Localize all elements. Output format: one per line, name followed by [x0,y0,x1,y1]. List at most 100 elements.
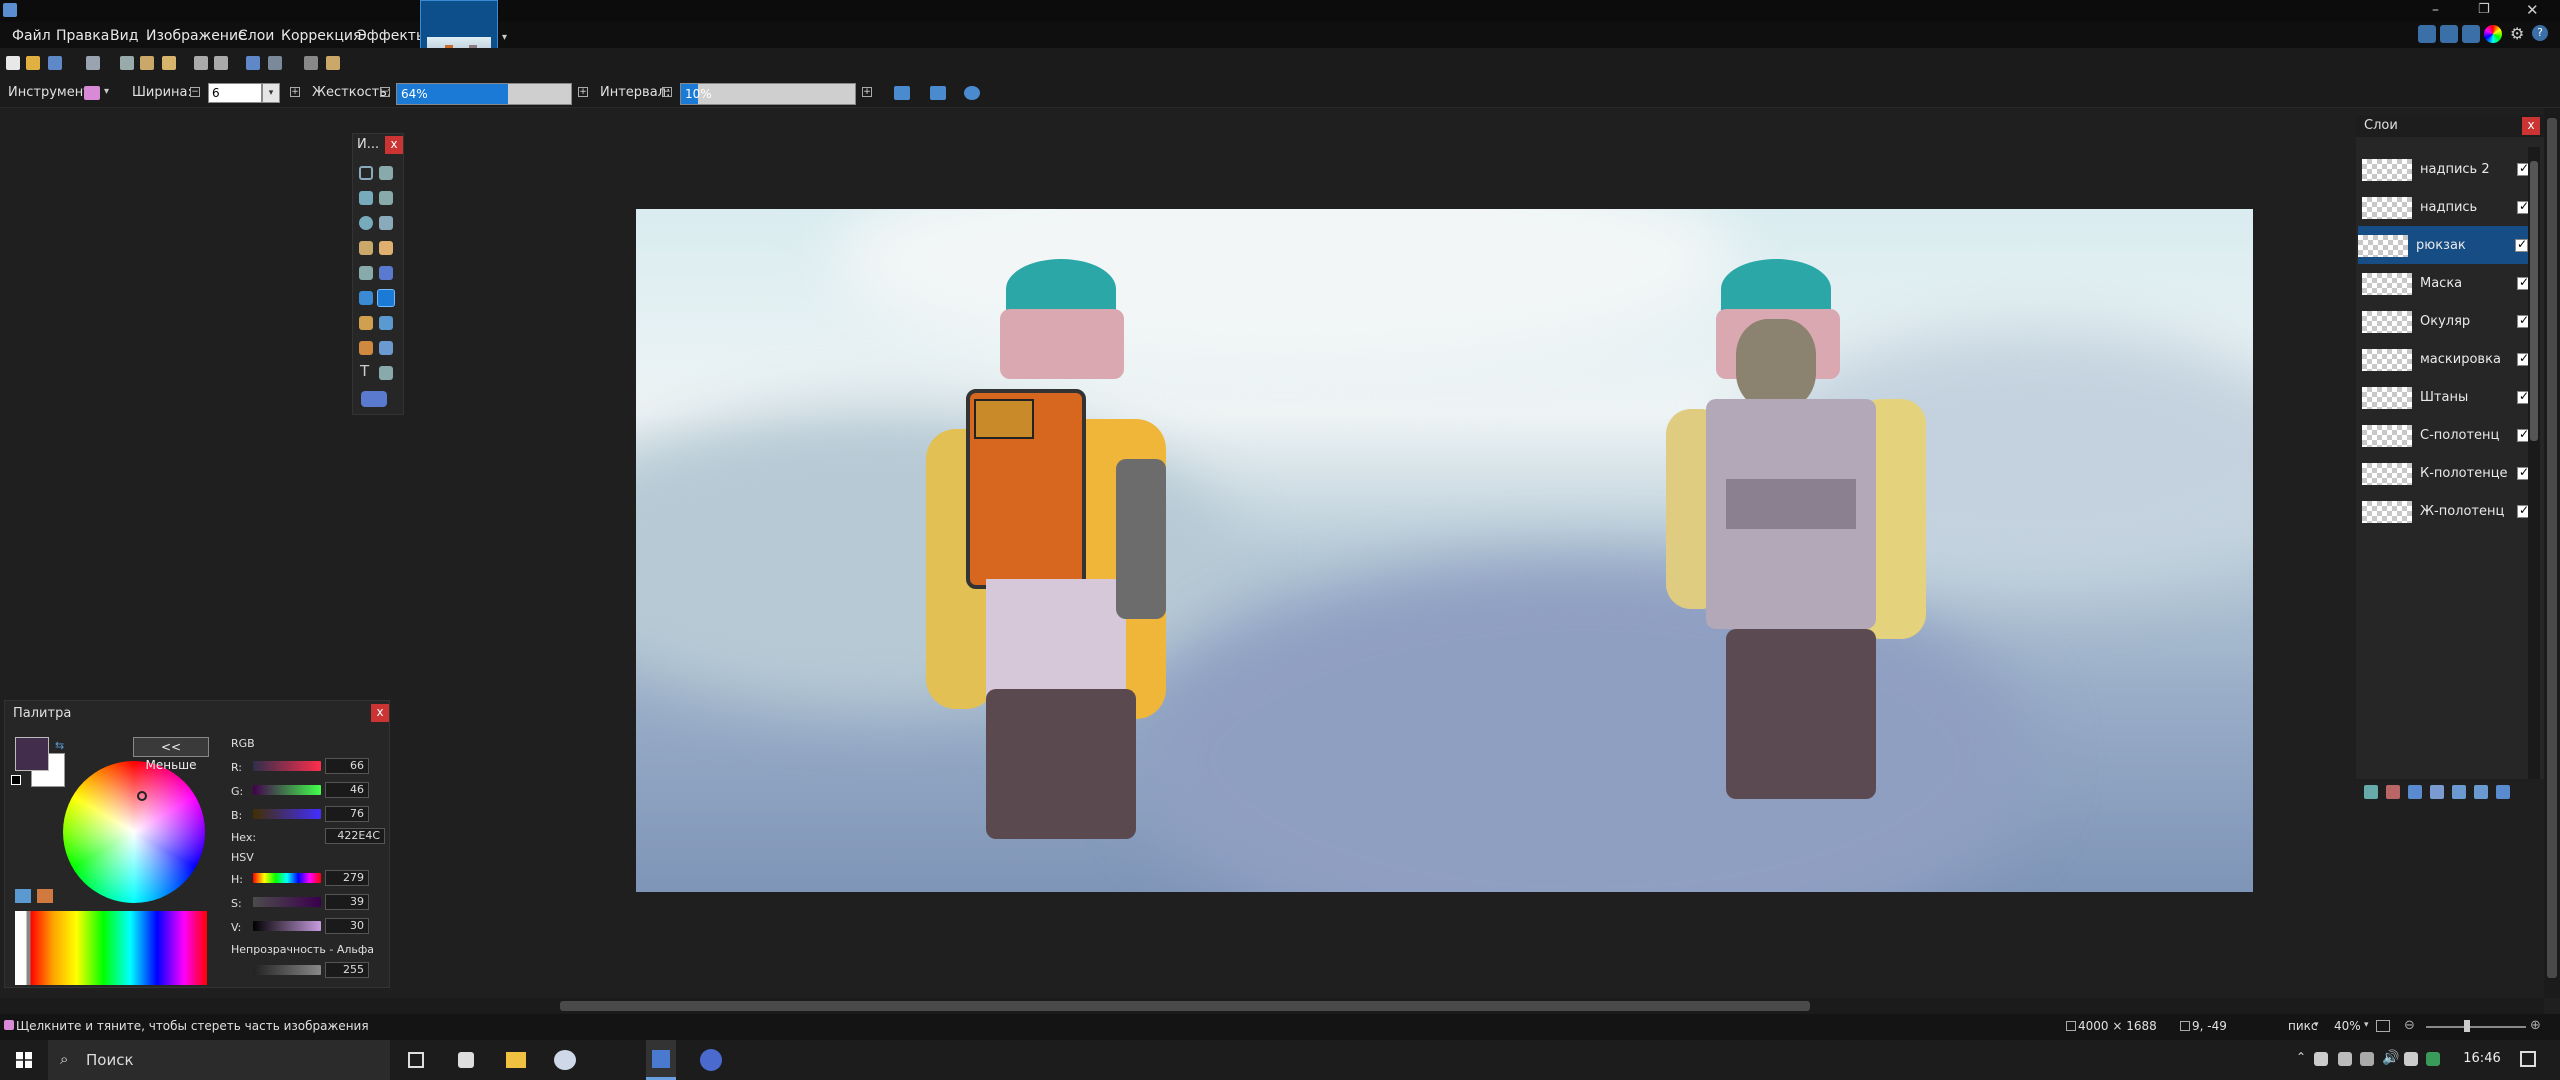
color-wheel-cursor[interactable] [137,791,147,801]
reset-colors-icon[interactable] [11,775,21,785]
primary-color-swatch[interactable] [15,737,49,771]
v-input[interactable]: 30 [325,918,369,934]
tools-toggle-icon[interactable] [2418,25,2436,43]
menu-image[interactable]: Изображение [146,28,247,44]
add-to-palette-icon[interactable] [15,889,31,903]
shapes-icon[interactable] [361,391,387,407]
zoom-out-icon[interactable]: ⊖ [2404,1018,2415,1033]
zoom-dropdown-icon[interactable]: ▾ [2364,1020,2369,1030]
layer-row[interactable]: Штаны [2362,378,2530,416]
width-input[interactable]: 6 [208,83,262,103]
app-icon-3[interactable] [554,1050,576,1070]
s-slider[interactable] [253,897,321,907]
discord-icon[interactable] [700,1049,722,1071]
eraser-tool-icon[interactable] [84,86,100,100]
print-icon[interactable] [86,56,100,70]
layer-row[interactable]: Окуляр [2362,302,2530,340]
undo-icon[interactable] [246,56,260,70]
layers-close-button[interactable]: x [2522,117,2540,135]
gradient-icon[interactable] [379,266,393,280]
hardness-slider[interactable]: 64% [396,83,572,105]
paste-icon[interactable] [162,56,176,70]
color-picker-icon[interactable] [379,316,393,330]
menu-file[interactable]: Файл [12,28,51,44]
lasso-icon[interactable] [359,191,373,205]
fit-window-icon[interactable] [2376,1020,2390,1032]
rect-select-icon[interactable] [359,166,373,180]
color-swatches-grid[interactable] [15,911,207,985]
hardness-decrease-button[interactable]: − [380,87,390,97]
delete-layer-icon[interactable] [2386,785,2400,799]
move-selected-icon[interactable] [379,191,393,205]
clock[interactable]: 16:46 [2452,1051,2512,1066]
width-increase-button[interactable]: + [290,87,300,97]
horizontal-scroll-thumb[interactable] [560,1001,1810,1011]
grid-icon[interactable] [304,56,318,70]
palette-close-button[interactable]: x [371,704,389,722]
alpha-input[interactable]: 255 [325,962,369,978]
pan-icon[interactable] [379,241,393,255]
layer-row[interactable]: рюкзак [2358,226,2528,264]
layer-row[interactable]: К-полотенце [2362,454,2530,492]
search-box[interactable]: ⌕ Поиск [48,1040,390,1080]
image-canvas[interactable] [636,209,2253,892]
horizontal-scrollbar[interactable] [0,998,2544,1014]
interval-decrease-button[interactable]: − [662,87,672,97]
hardness-increase-button[interactable]: + [578,87,588,97]
tools-close-button[interactable]: x [385,136,403,154]
h-input[interactable]: 279 [325,870,369,886]
zoom-in-icon[interactable]: ⊕ [2530,1018,2541,1033]
tool-dropdown-icon[interactable]: ▾ [104,86,109,97]
help-icon[interactable]: ? [2532,25,2548,41]
move-selection-icon[interactable] [379,166,393,180]
width-decrease-button[interactable]: − [190,87,200,97]
paintnet-taskbar-button[interactable] [646,1040,676,1080]
layer-properties-icon[interactable] [2496,785,2510,799]
tray-icon-3[interactable] [2360,1052,2374,1066]
redo-icon[interactable] [268,56,282,70]
merge-layer-icon[interactable] [2430,785,2444,799]
layer-row[interactable]: надпись 2 [2362,150,2530,188]
open-file-icon[interactable] [26,56,40,70]
minimize-icon[interactable]: – [2432,2,2439,18]
task-view-icon[interactable] [408,1052,424,1068]
layer-row[interactable]: маскировка [2362,340,2530,378]
vertical-scroll-thumb[interactable] [2547,118,2557,978]
selection-mode-icon[interactable] [964,86,980,100]
palette-menu-icon[interactable] [37,889,53,903]
move-layer-up-icon[interactable] [2452,785,2466,799]
restore-icon[interactable]: ❐ [2478,2,2490,17]
menu-edit[interactable]: Правка [56,28,109,44]
duplicate-layer-icon[interactable] [2408,785,2422,799]
volume-icon[interactable]: 🔊 [2382,1050,2399,1066]
tray-icon-4[interactable] [2404,1052,2418,1066]
tray-icon-1[interactable] [2314,1052,2328,1066]
menu-view[interactable]: Вид [110,28,138,44]
layer-row[interactable]: Ж-полотенц [2362,492,2530,530]
layer-row[interactable]: Маска [2362,264,2530,302]
menu-layers[interactable]: Слои [238,28,274,44]
color-wheel[interactable] [63,761,205,903]
layer-row[interactable]: С-полотенц [2362,416,2530,454]
layers-toggle-icon[interactable] [2462,25,2480,43]
layers-scroll-thumb[interactable] [2530,161,2538,441]
ellipse-select-icon[interactable] [359,216,373,230]
b-input[interactable]: 76 [325,806,369,822]
text-tool-icon[interactable]: T [360,362,369,380]
blend-mode-icon[interactable] [930,86,946,100]
line-tool-icon[interactable] [379,366,393,380]
interval-slider[interactable]: 10% [680,83,856,105]
v-slider[interactable] [253,921,321,931]
zoom-slider[interactable] [2426,1026,2526,1028]
close-icon[interactable]: ✕ [2526,1,2539,19]
alpha-slider[interactable] [253,965,321,975]
deselect-icon[interactable] [214,56,228,70]
menu-adjustments[interactable]: Коррекция [281,28,361,44]
eraser-icon[interactable] [377,289,395,307]
b-slider[interactable] [253,809,321,819]
copy-icon[interactable] [140,56,154,70]
notifications-icon[interactable] [2520,1051,2536,1067]
file-explorer-icon[interactable] [506,1052,526,1068]
hex-input[interactable]: 422E4C [325,828,385,844]
layers-scrollbar[interactable] [2528,147,2540,787]
